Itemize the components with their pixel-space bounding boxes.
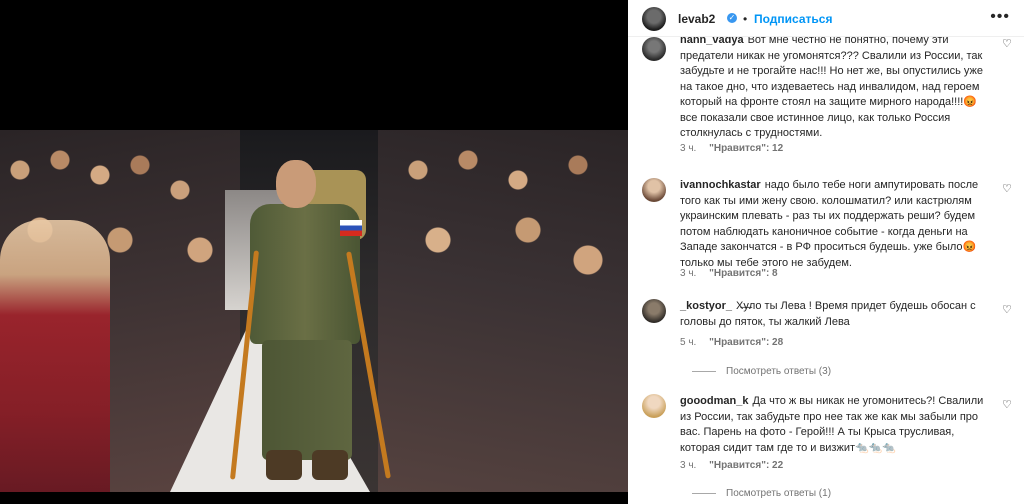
author-username[interactable]: levab2 [678, 12, 715, 26]
verified-badge-icon: ✓ [727, 13, 737, 23]
commenter-avatar[interactable] [642, 394, 666, 418]
follow-button[interactable]: Подписаться [754, 12, 832, 26]
commenter-username[interactable]: ivannochkastar [680, 179, 761, 191]
commenter-username[interactable]: _kostyor_ [680, 300, 732, 312]
comment-time: 3 ч. [680, 143, 697, 154]
comment-meta: 3 ч. "Нравится": 12 [680, 143, 793, 154]
audience-right [378, 130, 628, 492]
comment-time: 5 ч. [680, 337, 697, 348]
comment-text: ivannochkastar надо было тебе ноги ампути… [680, 178, 985, 271]
comment-likes[interactable]: "Нравится": 28 [709, 337, 783, 348]
view-replies-button[interactable]: Посмотреть ответы (3) [692, 366, 831, 377]
comments-panel: levab2 ✓ • Подписаться ••• nann_vadya Вот… [628, 0, 1024, 504]
more-options-icon[interactable]: ••• [990, 8, 1010, 26]
commenter-username[interactable]: nann_vadya [680, 37, 744, 46]
comment-meta: 3 ч. "Нравится": 22 [680, 460, 793, 471]
comment-body: Вот мне честно не понятно, почему эти пр… [680, 37, 984, 139]
comment-text: _kostyor_ Х̶у̶̶ло ты Лева ! Время придет … [680, 299, 985, 330]
view-replies-label: Посмотреть ответы (3) [726, 366, 832, 377]
comment-time: 3 ч. [680, 460, 697, 471]
replies-divider [692, 370, 716, 372]
comment-likes[interactable]: "Нравится": 22 [709, 460, 783, 471]
commenter-avatar[interactable] [642, 37, 666, 61]
view-replies-label: Посмотреть ответы (1) [726, 488, 832, 499]
comment-meta: 5 ч. "Нравится": 28 [680, 337, 793, 348]
comment-meta: 3 ч. "Нравится": 8 [680, 268, 788, 279]
like-heart-icon[interactable]: ♡ [1002, 398, 1014, 411]
comment-text: gooodman_k Да что ж вы никак не угомоните… [680, 394, 985, 456]
post-image-area [0, 0, 628, 504]
comment-body: надо было тебе ноги ампутировать после т… [680, 179, 979, 269]
comment-likes[interactable]: "Нравится": 8 [709, 268, 778, 279]
boot-right [312, 450, 348, 480]
comment-likes[interactable]: "Нравится": 12 [709, 143, 783, 154]
audience-woman-red-dress [0, 220, 110, 492]
like-heart-icon[interactable]: ♡ [1002, 303, 1014, 316]
commenter-avatar[interactable] [642, 178, 666, 202]
commenter-username[interactable]: gooodman_k [680, 395, 748, 407]
soldier-head [276, 160, 316, 208]
separator-dot: • [743, 12, 748, 26]
comment-text: nann_vadya Вот мне честно не понятно, поч… [680, 37, 985, 142]
author-avatar[interactable] [642, 7, 666, 31]
soldier-figure [229, 140, 391, 490]
comment-time: 3 ч. [680, 268, 697, 279]
commenter-avatar[interactable] [642, 299, 666, 323]
comment-list[interactable]: nann_vadya Вот мне честно не понятно, поч… [628, 37, 1024, 504]
flag-patch [340, 220, 362, 236]
boot-left [266, 450, 302, 480]
soldier-legs [262, 340, 352, 460]
like-heart-icon[interactable]: ♡ [1002, 37, 1014, 50]
replies-divider [692, 492, 716, 494]
view-replies-button[interactable]: Посмотреть ответы (1) [692, 488, 831, 499]
post-photo [0, 130, 628, 492]
post-header: levab2 ✓ • Подписаться ••• [628, 0, 1024, 37]
like-heart-icon[interactable]: ♡ [1002, 182, 1014, 195]
